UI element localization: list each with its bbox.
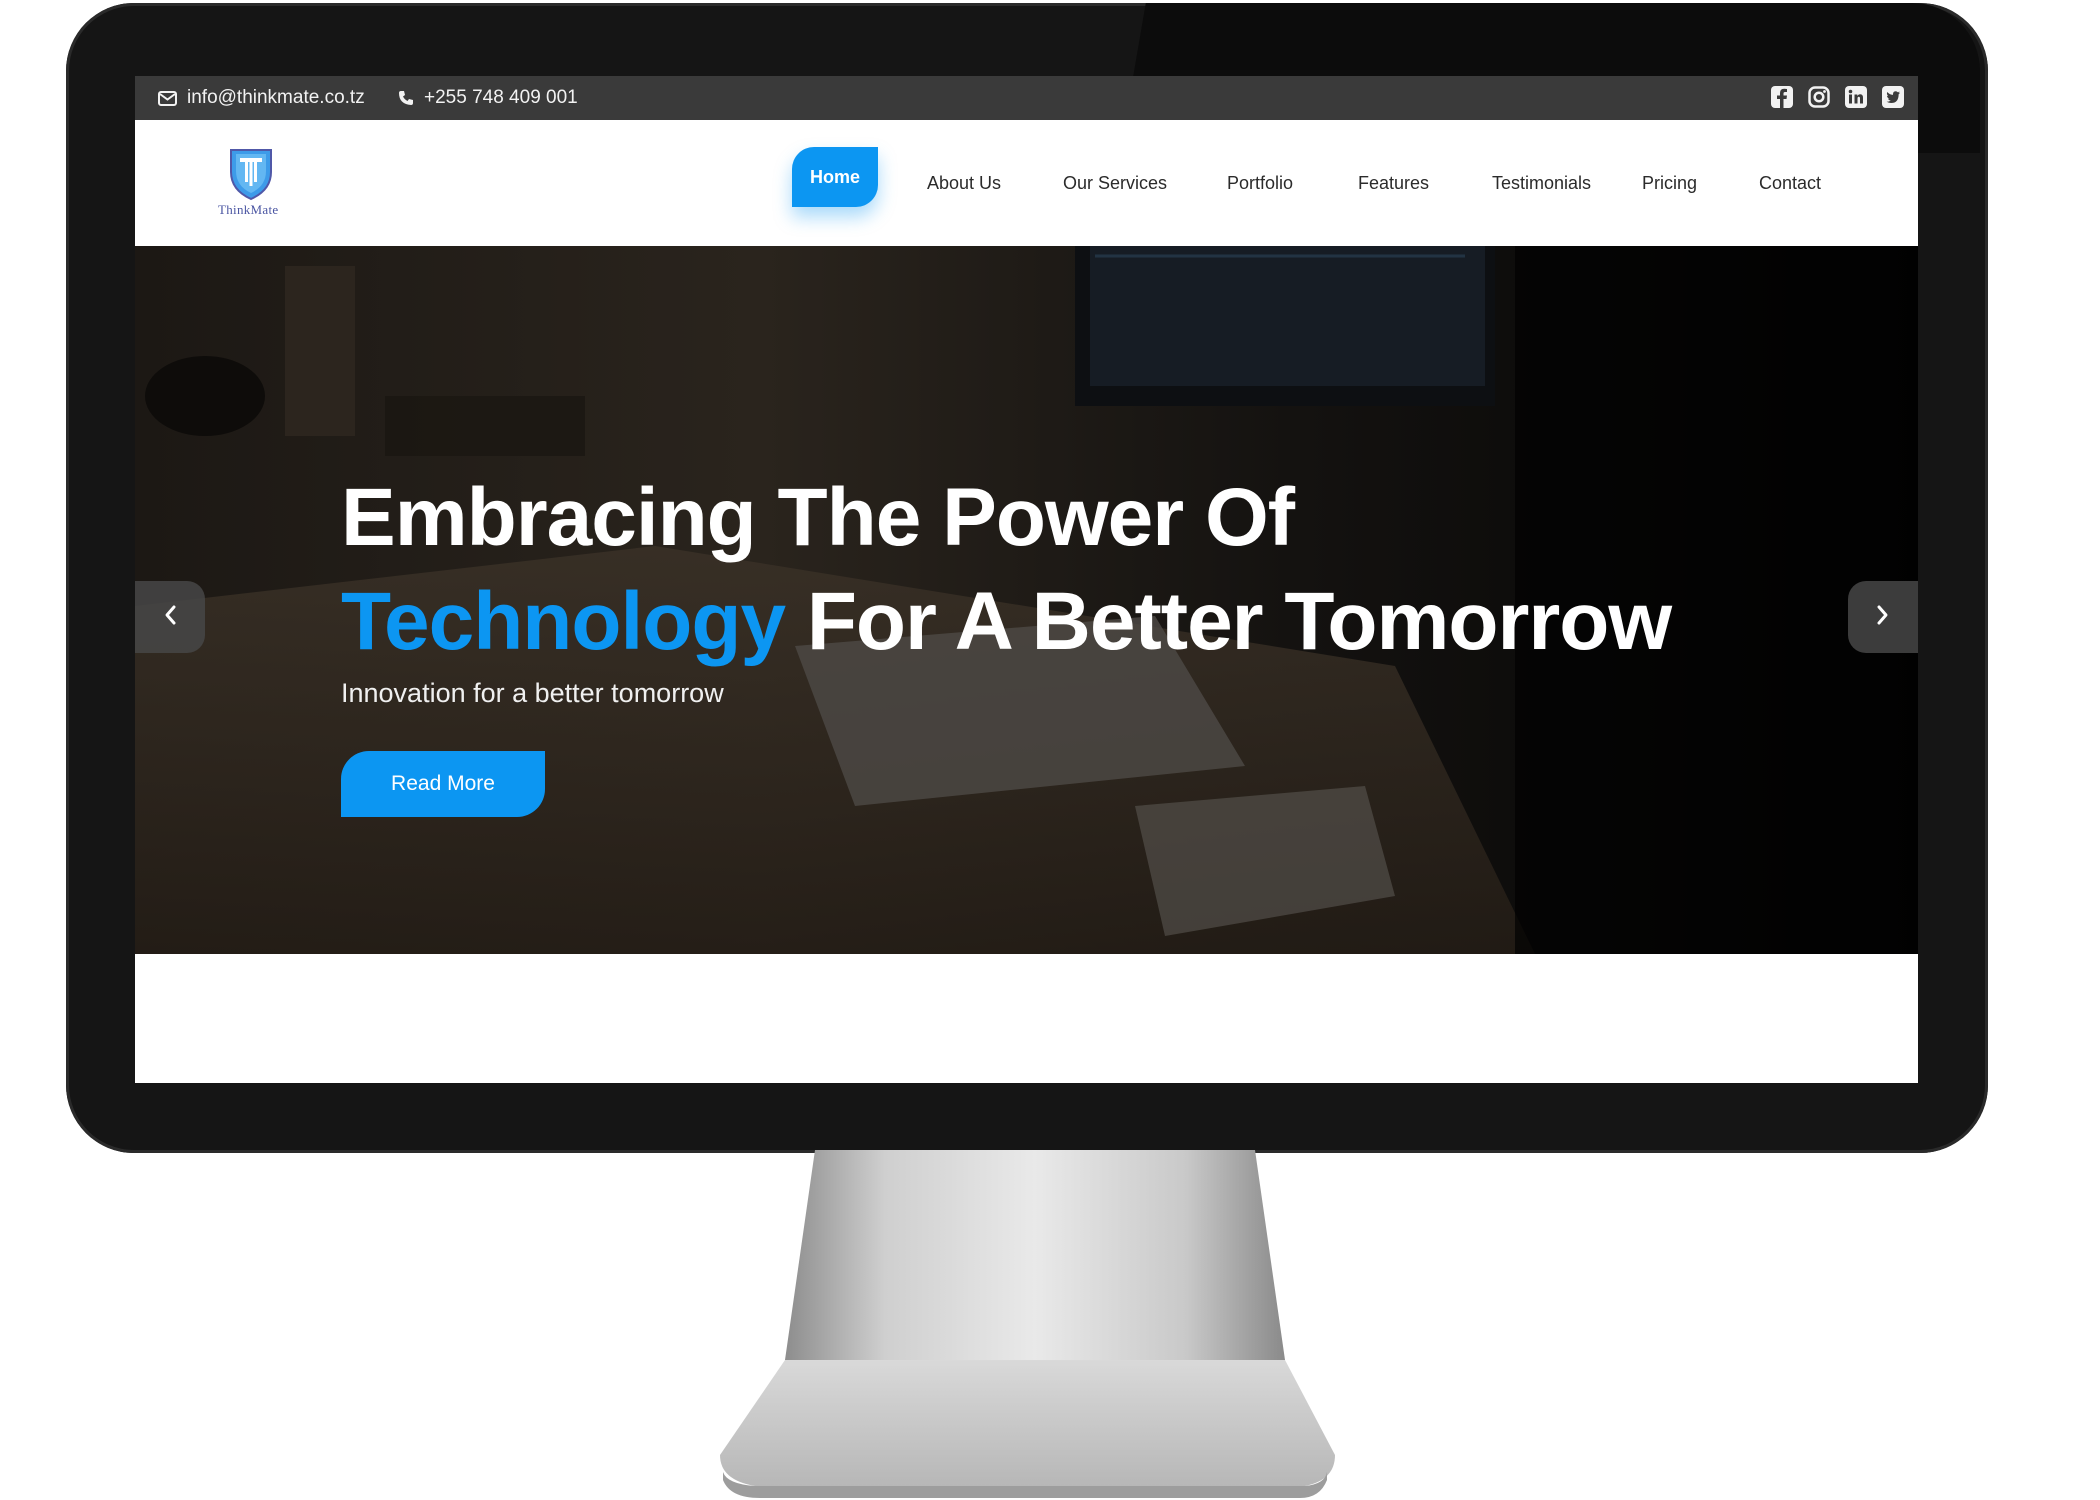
linkedin-icon[interactable] (1845, 86, 1867, 108)
hero-title-line1: Embracing The Power Of (341, 472, 1295, 563)
main-navbar: ThinkMate Home About Us Our Services Por… (135, 120, 1918, 246)
hero-title-line2: Technology For A Better Tomorrow (341, 570, 1672, 674)
logo-text: ThinkMate (218, 202, 279, 217)
nav-testimonials[interactable]: Testimonials (1492, 120, 1591, 246)
hero-subtitle: Innovation for a better tomorrow (341, 678, 724, 708)
slider-prev-button[interactable] (135, 581, 205, 653)
read-more-button[interactable]: Read More (341, 751, 545, 817)
hero-slider: Embracing The Power Of Technology For A … (135, 246, 1918, 954)
email-text: info@thinkmate.co.tz (187, 87, 365, 108)
hero-title-rest: For A Better Tomorrow (806, 576, 1672, 667)
instagram-icon[interactable] (1808, 86, 1830, 108)
social-links (1771, 86, 1904, 108)
envelope-icon (158, 90, 177, 106)
nav-services[interactable]: Our Services (1063, 120, 1167, 246)
email-contact[interactable]: info@thinkmate.co.tz (158, 76, 365, 120)
chevron-left-icon (163, 604, 177, 631)
hero-title: Embracing The Power Of Technology For A … (341, 466, 1672, 674)
browser-screen: info@thinkmate.co.tz +255 748 409 001 Th… (135, 76, 1918, 1083)
phone-icon (398, 90, 414, 106)
phone-text: +255 748 409 001 (424, 87, 578, 108)
nav-features[interactable]: Features (1358, 120, 1429, 246)
monitor-stand (720, 1150, 1335, 1498)
facebook-icon[interactable] (1771, 86, 1793, 108)
nav-pricing[interactable]: Pricing (1642, 120, 1697, 246)
top-contact-bar: info@thinkmate.co.tz +255 748 409 001 (135, 76, 1918, 120)
nav-portfolio[interactable]: Portfolio (1227, 120, 1293, 246)
slider-next-button[interactable] (1848, 581, 1918, 653)
twitter-icon[interactable] (1882, 86, 1904, 108)
phone-contact[interactable]: +255 748 409 001 (398, 76, 578, 120)
nav-contact[interactable]: Contact (1759, 120, 1821, 246)
hero-title-accent: Technology (341, 576, 786, 667)
nav-about[interactable]: About Us (927, 120, 1001, 246)
nav-home[interactable]: Home (792, 147, 878, 207)
page-content-area (135, 954, 1918, 1083)
chevron-right-icon (1876, 604, 1890, 631)
